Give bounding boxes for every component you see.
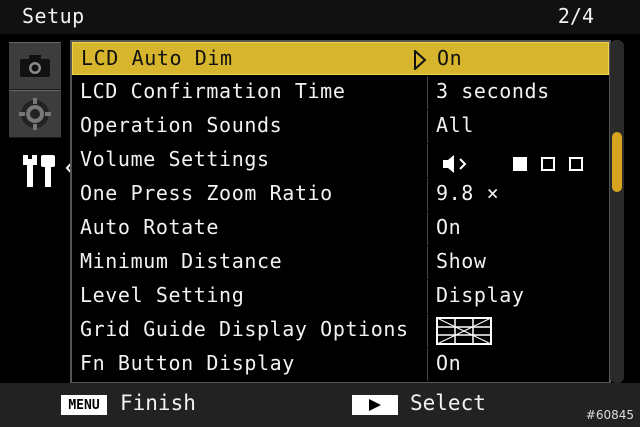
page-title: Setup [22, 4, 85, 28]
menu-row-value: On [437, 46, 463, 70]
menu-row-value: 9.8 × [436, 181, 500, 205]
column-divider [427, 348, 428, 381]
column-divider [427, 212, 428, 245]
menu-row-label: Operation Sounds [80, 113, 283, 137]
menu-row-minimum-distance[interactable]: Minimum Distance Show [72, 246, 609, 279]
column-divider [427, 178, 428, 211]
menu-row-label: Auto Rotate [80, 215, 220, 239]
select-label: Select [410, 391, 486, 415]
menu-row-label: Level Setting [80, 283, 245, 307]
menu-row-label: Grid Guide Display Options [80, 317, 409, 341]
play-key-icon [352, 395, 398, 415]
column-divider [427, 314, 428, 347]
menu-row-volume-settings[interactable]: Volume Settings [72, 144, 609, 177]
menu-row-one-press-zoom-ratio[interactable]: One Press Zoom Ratio 9.8 × [72, 178, 609, 211]
menu-key-icon: MENU [61, 395, 107, 415]
column-divider [427, 110, 428, 143]
tab-setup[interactable] [15, 138, 67, 200]
menu-row-value: On [436, 351, 462, 375]
wrench-setup-icon [21, 147, 61, 191]
grid-guide-icon [436, 317, 492, 345]
column-divider [427, 144, 428, 177]
menu-tabs [9, 38, 77, 383]
camera-icon [20, 55, 50, 77]
menu-row-fn-button-display[interactable]: Fn Button Display On [72, 348, 609, 381]
column-divider [427, 280, 428, 313]
mode-dial-icon [19, 98, 51, 130]
menu-row-value: On [436, 215, 462, 239]
menu-row-label: Volume Settings [80, 147, 270, 171]
selection-pointer-icon [414, 50, 427, 70]
volume-step-filled [512, 156, 527, 171]
menu-row-value: 3 seconds [436, 79, 550, 103]
menu-row-label: Fn Button Display [80, 351, 295, 375]
menu-row-lcd-auto-dim[interactable]: LCD Auto Dim On [72, 42, 609, 75]
menu-row-label: LCD Confirmation Time [80, 79, 346, 103]
volume-step-empty [540, 156, 555, 171]
menu-row-label: Minimum Distance [80, 249, 283, 273]
menu-row-operation-sounds[interactable]: Operation Sounds All [72, 110, 609, 143]
scrollbar-thumb[interactable] [612, 132, 622, 192]
tab-shooting[interactable] [9, 42, 61, 90]
menu-row-level-setting[interactable]: Level Setting Display [72, 280, 609, 313]
volume-step-empty [568, 156, 583, 171]
settings-list: LCD Auto Dim On LCD Confirmation Time 3 … [70, 40, 611, 384]
menu-row-value: Show [436, 249, 487, 273]
watermark: #60845 [585, 408, 634, 422]
header-bar: Setup 2/4 [0, 0, 640, 34]
menu-row-auto-rotate[interactable]: Auto Rotate On [72, 212, 609, 245]
menu-row-label: LCD Auto Dim [81, 46, 233, 70]
menu-row-grid-guide-display-options[interactable]: Grid Guide Display Options [72, 314, 609, 347]
speaker-icon [443, 154, 467, 173]
column-divider [427, 76, 428, 109]
page-indicator: 2/4 [557, 4, 594, 28]
footer-bar: MENU Finish Select [0, 383, 640, 427]
volume-level-indicator [442, 150, 597, 174]
column-divider [427, 246, 428, 279]
finish-label: Finish [120, 391, 196, 415]
menu-row-label: One Press Zoom Ratio [80, 181, 333, 205]
menu-row-value: All [436, 113, 474, 137]
tab-mode[interactable] [9, 90, 61, 138]
menu-row-lcd-confirmation-time[interactable]: LCD Confirmation Time 3 seconds [72, 76, 609, 109]
menu-row-value: Display [436, 283, 525, 307]
scrollbar[interactable] [610, 40, 624, 383]
